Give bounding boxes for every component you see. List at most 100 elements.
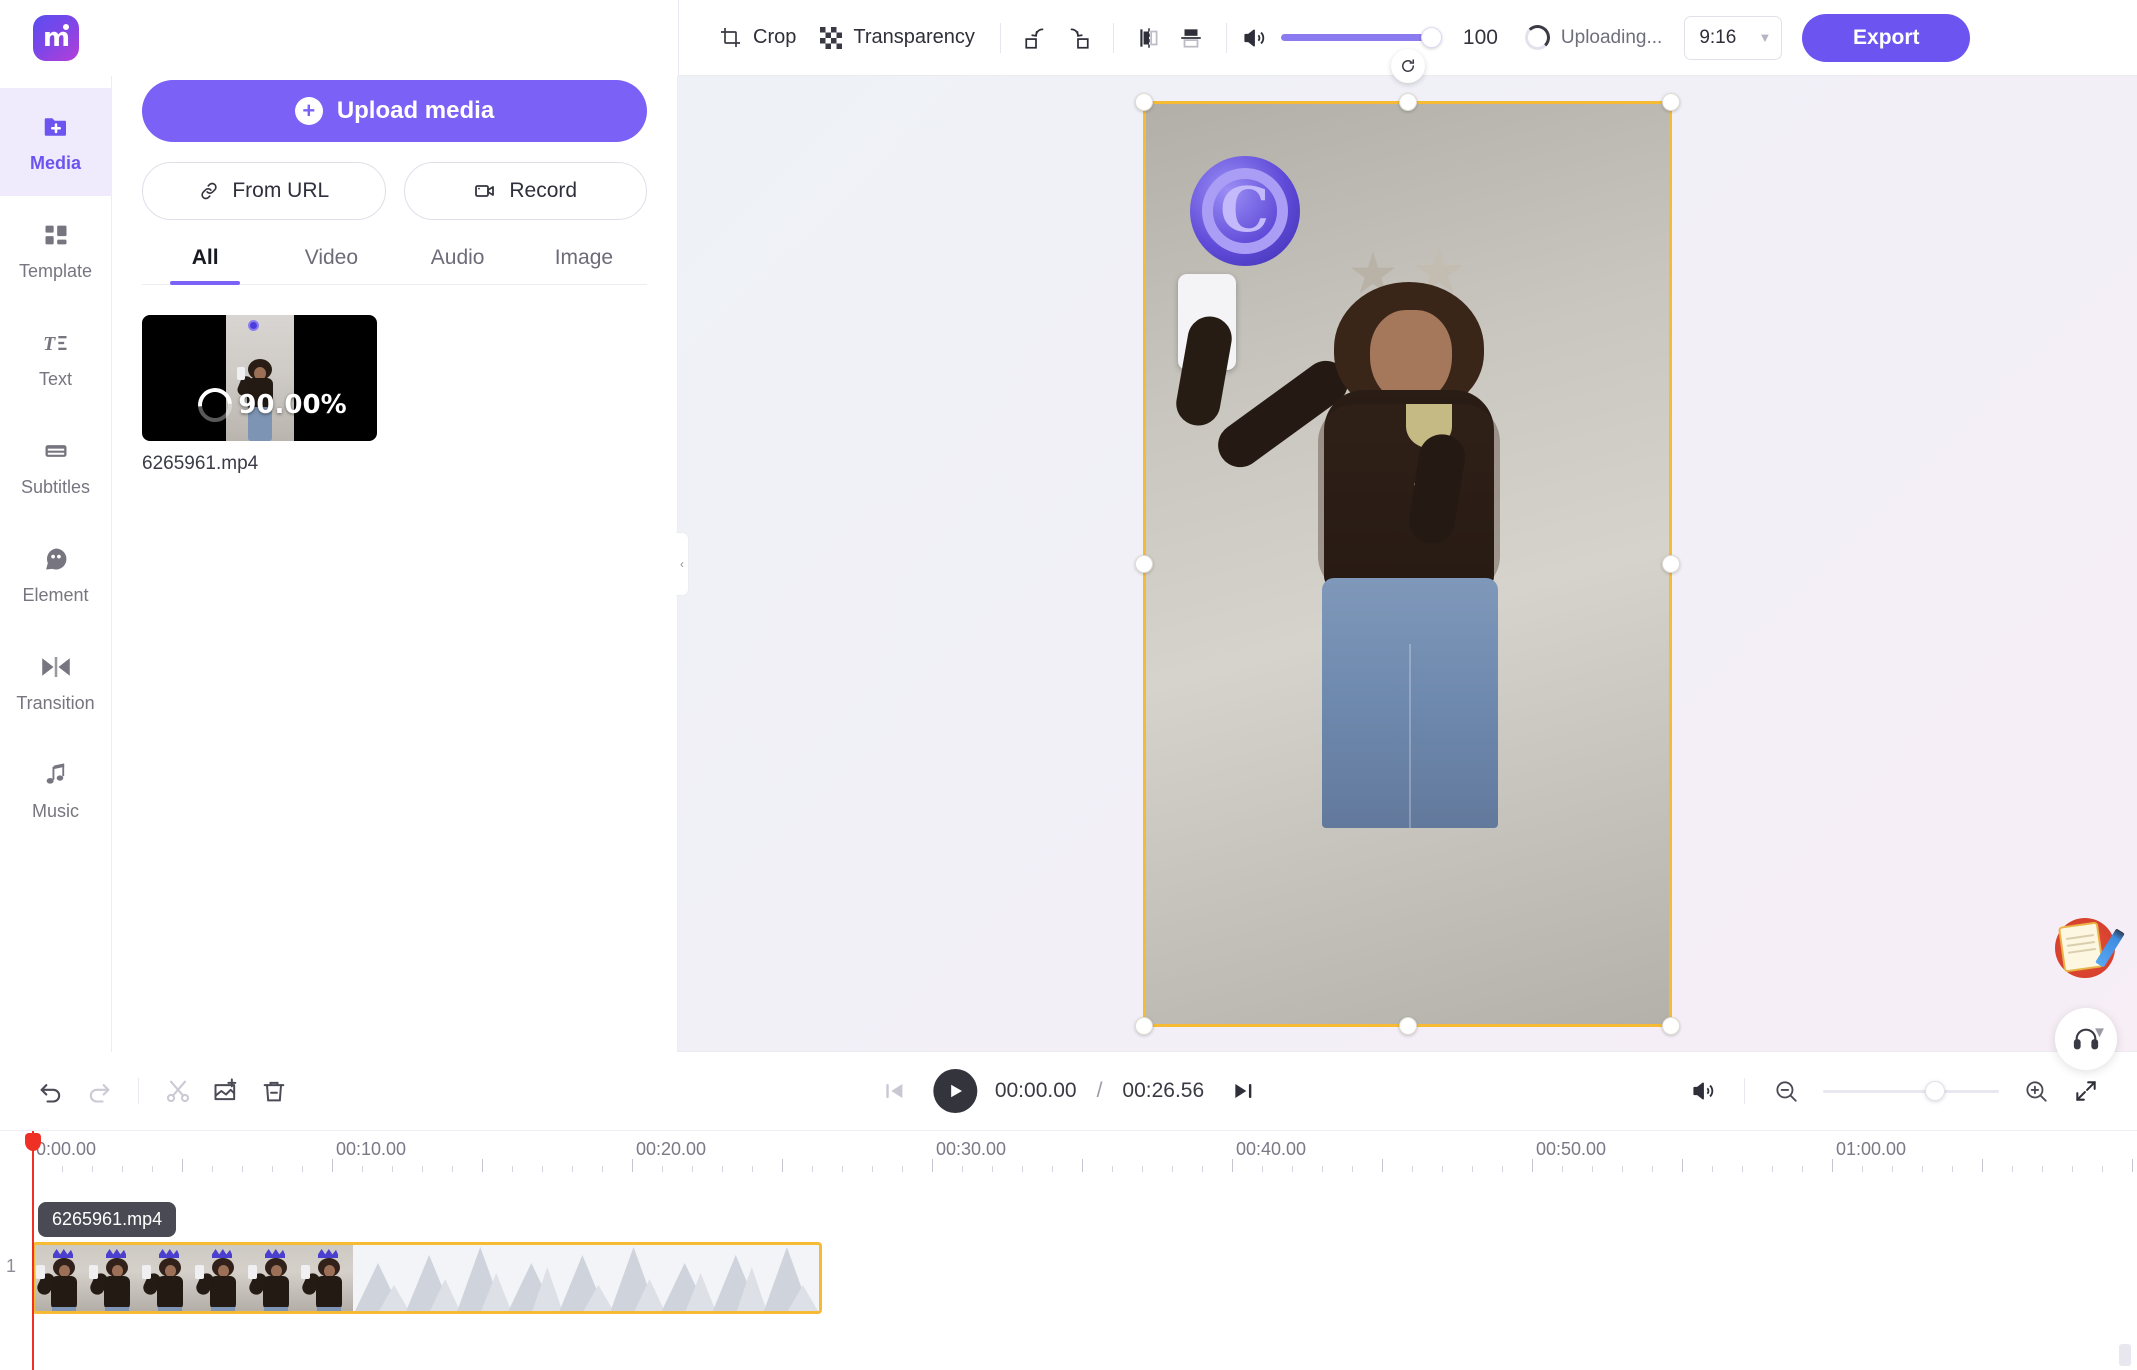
text-icon: T	[39, 326, 73, 360]
ruler-tick	[2072, 1166, 2073, 1172]
toolbar-divider-2	[1112, 22, 1114, 53]
upload-media-button[interactable]: + Upload media	[142, 80, 647, 142]
resize-handle-middle-left[interactable]	[1135, 554, 1153, 573]
clip-waveform	[353, 1245, 819, 1311]
ruler-tick	[752, 1166, 753, 1172]
zoom-out-button[interactable]	[1765, 1070, 1807, 1112]
ruler-label: 01:00.00	[1836, 1139, 1907, 1159]
element-icon	[39, 542, 73, 576]
rotate-handle[interactable]	[1390, 48, 1425, 83]
transition-icon	[39, 650, 73, 684]
ruler-tick	[872, 1166, 873, 1172]
media-thumbnail[interactable]: 90.00%	[142, 315, 377, 441]
resize-handle-bottom-center[interactable]	[1398, 1016, 1417, 1035]
flip-horizontal-button[interactable]	[1128, 17, 1170, 59]
from-url-button[interactable]: From URL	[142, 162, 386, 220]
ruler-tick	[662, 1166, 663, 1172]
panel-collapse-button[interactable]: ‹	[676, 532, 689, 596]
crop-label: Crop	[753, 26, 797, 48]
resize-handle-bottom-left[interactable]	[1135, 1016, 1153, 1035]
ruler-tick	[2042, 1166, 2043, 1172]
top-row: m Crop Transparency 100 Uploading... 9:1…	[0, 0, 2137, 76]
sidebar-item-template[interactable]: Template	[0, 196, 111, 304]
ruler-tick	[512, 1166, 513, 1172]
resize-handle-top-right[interactable]	[1662, 92, 1680, 111]
timeline-clip[interactable]	[32, 1242, 822, 1314]
timeline-zoom-slider[interactable]	[1823, 1081, 1999, 1101]
sidebar-item-element[interactable]: Element	[0, 520, 111, 628]
zoom-in-button[interactable]	[2015, 1070, 2057, 1112]
timeline-edit-tools	[30, 1070, 295, 1112]
canvas-collapse-chevron-icon[interactable]: ▼	[2092, 1024, 2107, 1041]
ruler-tick	[1952, 1166, 1953, 1172]
rotate-right-button[interactable]	[1057, 17, 1099, 59]
left-rail: Media Template T Text Subtitles Element …	[0, 76, 112, 1052]
ruler-tick	[1772, 1166, 1773, 1172]
resize-handle-middle-right[interactable]	[1662, 554, 1680, 573]
clip-name-badge: 6265961.mp4	[38, 1202, 177, 1237]
transparency-button[interactable]: Transparency	[807, 18, 986, 58]
sidebar-item-transition[interactable]: Transition	[0, 628, 111, 736]
music-note-icon	[39, 758, 73, 792]
current-time: 00:00.00	[994, 1079, 1077, 1102]
ruler-tick	[92, 1166, 93, 1172]
flip-vertical-button[interactable]	[1170, 17, 1212, 59]
ruler-tick	[1502, 1166, 1503, 1172]
notepad-pencil-icon[interactable]	[2051, 914, 2125, 982]
sidebar-item-media[interactable]: Media	[0, 88, 111, 196]
add-media-button[interactable]	[205, 1070, 247, 1112]
volume-slider[interactable]	[1280, 27, 1442, 49]
crop-icon	[718, 25, 744, 51]
volume-knob[interactable]	[1420, 27, 1442, 48]
play-button[interactable]	[932, 1069, 977, 1113]
resize-handle-top-left[interactable]	[1135, 92, 1153, 111]
upload-progress-overlay: 90.00%	[142, 315, 377, 441]
sidebar-item-text[interactable]: T Text	[0, 304, 111, 412]
aspect-ratio-select[interactable]: 9:16 ▼	[1684, 15, 1783, 60]
timeline-scrollbar[interactable]	[2119, 1344, 2131, 1366]
tab-audio[interactable]: Audio	[395, 246, 521, 284]
playhead[interactable]	[25, 1131, 41, 1191]
resize-handle-top-center[interactable]	[1398, 92, 1417, 111]
app-logo[interactable]: m	[33, 15, 79, 61]
sidebar-item-music[interactable]: Music	[0, 736, 111, 844]
redo-button[interactable]	[78, 1070, 120, 1112]
sidebar-item-subtitles[interactable]: Subtitles	[0, 412, 111, 520]
next-frame-button[interactable]	[1222, 1070, 1264, 1112]
record-button[interactable]: Record	[403, 162, 647, 220]
tab-all[interactable]: All	[142, 246, 268, 285]
ruler-tick	[812, 1166, 813, 1172]
previous-frame-button[interactable]	[873, 1070, 915, 1112]
tab-image[interactable]: Image	[521, 246, 647, 284]
resize-handle-bottom-right[interactable]	[1662, 1016, 1680, 1035]
video-preview-stage[interactable]: C	[1135, 48, 1680, 1035]
split-button[interactable]	[157, 1070, 199, 1112]
volume-control[interactable]: 100	[1241, 25, 1501, 51]
timeline-ruler[interactable]: 0:00.00 00:10.00 00:20.00 00:30.00 00:40.00 0…	[0, 1130, 2137, 1191]
toolbar-divider	[999, 22, 1001, 53]
timeline-tracks[interactable]: 6265961.mp4 1	[0, 1190, 2137, 1370]
video-editor-app: m Crop Transparency 100 Uploading... 9:1…	[0, 0, 2137, 1370]
media-item[interactable]: 90.00% 6265961.mp4	[142, 315, 377, 475]
rotate-left-button[interactable]	[1015, 17, 1057, 59]
ruler-tick	[1442, 1166, 1443, 1172]
ruler-tick	[1802, 1166, 1803, 1172]
canvas-area[interactable]: C ▼	[678, 48, 2137, 1070]
export-button[interactable]: Export	[1802, 13, 1971, 62]
timeline-mute-button[interactable]	[1682, 1070, 1724, 1112]
delete-button[interactable]	[253, 1070, 295, 1112]
ruler-tick	[572, 1166, 573, 1172]
ruler-tick	[692, 1166, 693, 1172]
rotate-left-icon	[1023, 25, 1049, 51]
crop-button[interactable]: Crop	[707, 18, 807, 58]
ruler-tick	[1592, 1166, 1593, 1172]
fit-screen-button[interactable]	[2065, 1070, 2107, 1112]
playback-controls: 00:00.00 / 00:26.56	[873, 1069, 1264, 1113]
zoom-knob[interactable]	[1925, 1081, 1946, 1101]
playhead-knob[interactable]	[25, 1133, 41, 1151]
tab-video[interactable]: Video	[268, 246, 394, 284]
ruler-tick	[182, 1159, 183, 1172]
media-folder-icon	[39, 110, 73, 144]
ruler-tick	[1682, 1159, 1683, 1172]
undo-button[interactable]	[30, 1070, 72, 1112]
